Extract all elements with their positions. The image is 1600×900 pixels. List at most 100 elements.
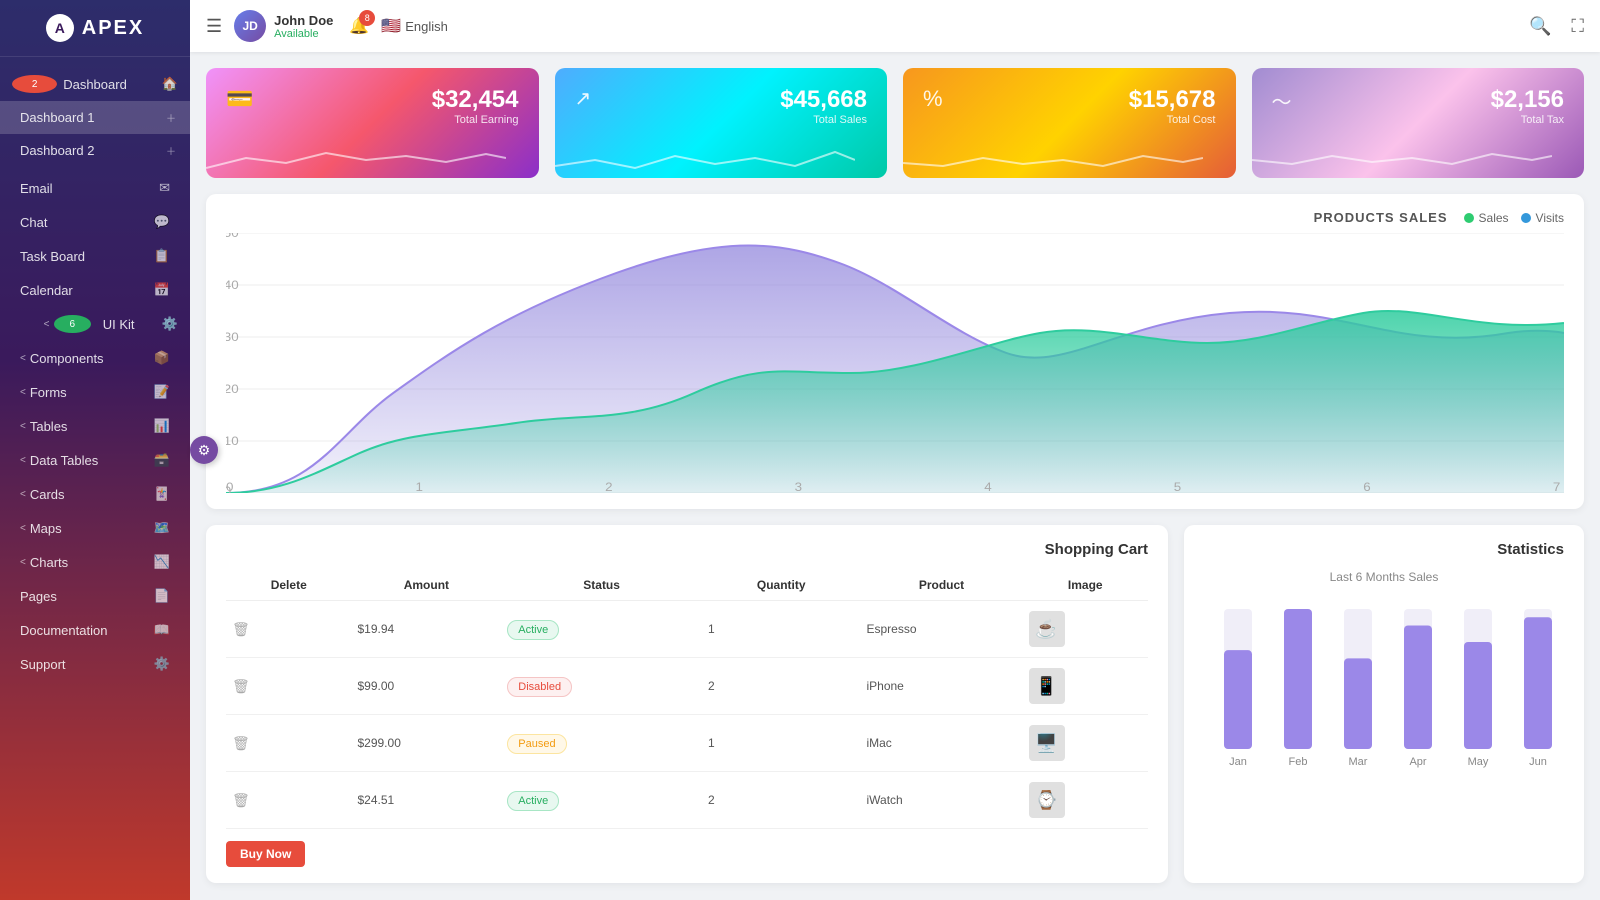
language-selector[interactable]: 🇺🇸 English xyxy=(381,16,448,36)
tables-icon: 📊 xyxy=(154,418,170,434)
delete-icon[interactable]: 🗑 xyxy=(232,678,250,694)
col-amount: Amount xyxy=(351,570,501,601)
sidebar-item-uikit[interactable]: < 6 UI Kit ⚙️ xyxy=(0,307,190,341)
components-label: Components xyxy=(30,351,154,366)
sidebar-item-dashboard1[interactable]: Dashboard 1 ＋ xyxy=(0,101,190,134)
stat-card-sales: ↗ $45,668 Total Sales xyxy=(555,68,888,178)
sidebar-item-tables[interactable]: < Tables 📊 xyxy=(0,409,190,443)
amount-cell: $19.94 xyxy=(351,601,501,658)
sidebar-item-components[interactable]: < Components 📦 xyxy=(0,341,190,375)
table-row: 🗑 $19.94 Active 1 Espresso ☕ xyxy=(226,601,1148,658)
logo-icon: A xyxy=(46,14,74,42)
status-cell: Active xyxy=(501,601,702,658)
tax-amount: $2,156 xyxy=(1491,86,1564,114)
col-quantity: Quantity xyxy=(702,570,861,601)
svg-text:20: 20 xyxy=(226,383,239,396)
products-sales-chart: PRODUCTS SALES Sales Visits xyxy=(206,194,1584,509)
stats-row: 💳 $32,454 Total Earning ↗ $45,668 Total … xyxy=(206,68,1584,178)
menu-toggle-icon[interactable]: ☰ xyxy=(206,16,222,37)
shopping-cart-table: Delete Amount Status Quantity Product Im… xyxy=(226,570,1148,829)
sidebar-item-dashboard[interactable]: 2 Dashboard 🏠 xyxy=(0,67,190,101)
email-icon: ✉ xyxy=(159,180,170,196)
amount-cell: $24.51 xyxy=(351,772,501,829)
sidebar-item-dashboard2[interactable]: Dashboard 2 ＋ xyxy=(0,134,190,167)
sales-label: Total Sales xyxy=(780,114,867,126)
logo-text: APEX xyxy=(82,17,144,40)
quantity-cell: 1 xyxy=(702,715,861,772)
col-status: Status xyxy=(501,570,702,601)
delete-icon[interactable]: 🗑 xyxy=(232,792,250,808)
charts-icon: 📉 xyxy=(154,554,170,570)
sidebar-item-pages[interactable]: Pages 📄 xyxy=(0,579,190,613)
cards-icon: 🃏 xyxy=(154,486,170,502)
sidebar-item-calendar[interactable]: Calendar 📅 xyxy=(0,273,190,307)
status-cell: Paused xyxy=(501,715,702,772)
legend-visits-label: Visits xyxy=(1536,211,1564,225)
svg-text:3: 3 xyxy=(795,481,802,493)
quantity-cell: 1 xyxy=(702,601,861,658)
search-icon[interactable]: 🔍 xyxy=(1529,16,1551,37)
settings-fab[interactable]: ⚙ xyxy=(190,436,218,464)
chart-legend: Sales Visits xyxy=(1464,211,1564,225)
product-cell: iPhone xyxy=(860,658,1022,715)
sidebar-item-support[interactable]: Support ⚙️ xyxy=(0,647,190,681)
status-cell: Disabled xyxy=(501,658,702,715)
legend-visits-dot xyxy=(1521,213,1531,223)
product-image: ⌚ xyxy=(1029,782,1065,818)
stat-top-earning: 💳 $32,454 Total Earning xyxy=(226,86,519,126)
tax-wave xyxy=(1252,138,1552,178)
delete-icon[interactable]: 🗑 xyxy=(232,735,250,751)
delete-cell: 🗑 xyxy=(226,772,351,829)
table-row: 🗑 $24.51 Active 2 iWatch ⌚ xyxy=(226,772,1148,829)
pages-icon: 📄 xyxy=(154,588,170,604)
sidebar-item-charts[interactable]: < Charts 📉 xyxy=(0,545,190,579)
nav-section-dashboard: 2 Dashboard 🏠 Dashboard 1 ＋ Dashboard 2 … xyxy=(0,63,190,171)
delete-icon[interactable]: 🗑 xyxy=(232,621,250,637)
shopping-cart-panel: Shopping Cart Delete Amount Status Quant… xyxy=(206,525,1168,883)
sidebar-item-email[interactable]: Email ✉ xyxy=(0,171,190,205)
sidebar-item-dashboard-label: Dashboard xyxy=(63,77,127,92)
chart-header: PRODUCTS SALES Sales Visits xyxy=(226,210,1564,225)
sidebar-item-chat[interactable]: Chat 💬 xyxy=(0,205,190,239)
user-profile[interactable]: JD John Doe Available xyxy=(234,10,333,42)
stat-card-tax: 〜 $2,156 Total Tax xyxy=(1252,68,1585,178)
sidebar-item-taskboard[interactable]: Task Board 📋 xyxy=(0,239,190,273)
image-cell: 🖥️ xyxy=(1023,715,1148,772)
amount-cell: $299.00 xyxy=(351,715,501,772)
documentation-icon: 📖 xyxy=(154,622,170,638)
buy-now-button[interactable]: Buy Now xyxy=(226,841,305,867)
table-header-row: Delete Amount Status Quantity Product Im… xyxy=(226,570,1148,601)
earning-icon: 💳 xyxy=(226,86,253,112)
sidebar-item-datatables[interactable]: < Data Tables 🗃️ xyxy=(0,443,190,477)
statistics-panel: Statistics Last 6 Months Sales JanFebMar… xyxy=(1184,525,1584,883)
earning-amount: $32,454 xyxy=(432,86,519,114)
image-cell: ⌚ xyxy=(1023,772,1148,829)
svg-text:50: 50 xyxy=(226,233,239,240)
taskboard-label: Task Board xyxy=(20,249,154,264)
email-label: Email xyxy=(20,181,159,196)
svg-text:Feb: Feb xyxy=(1289,756,1308,768)
sidebar-nav: 2 Dashboard 🏠 Dashboard 1 ＋ Dashboard 2 … xyxy=(0,57,190,900)
main-area: ☰ JD John Doe Available 🔔 8 🇺🇸 English 🔍… xyxy=(190,0,1600,900)
svg-text:4: 4 xyxy=(984,481,991,493)
pages-label: Pages xyxy=(20,589,154,604)
svg-text:7: 7 xyxy=(1553,481,1560,493)
sidebar-item-cards[interactable]: < Cards 🃏 xyxy=(0,477,190,511)
fullscreen-icon[interactable]: ⛶ xyxy=(1571,16,1584,37)
sidebar-item-documentation[interactable]: Documentation 📖 xyxy=(0,613,190,647)
chat-label: Chat xyxy=(20,215,154,230)
product-image: 📱 xyxy=(1029,668,1065,704)
cost-wave xyxy=(903,138,1203,178)
sales-amount: $45,668 xyxy=(780,86,867,114)
dashboard-badge: 2 xyxy=(12,75,57,93)
product-cell: Espresso xyxy=(860,601,1022,658)
col-product: Product xyxy=(860,570,1022,601)
sidebar-item-forms[interactable]: < Forms 📝 xyxy=(0,375,190,409)
notification-bell[interactable]: 🔔 8 xyxy=(349,16,369,36)
amount-cell: $99.00 xyxy=(351,658,501,715)
forms-icon: 📝 xyxy=(154,384,170,400)
sidebar-item-maps[interactable]: < Maps 🗺️ xyxy=(0,511,190,545)
stat-top-tax: 〜 $2,156 Total Tax xyxy=(1272,86,1565,126)
uikit-badge: 6 xyxy=(54,315,92,333)
svg-text:Apr: Apr xyxy=(1409,756,1426,768)
